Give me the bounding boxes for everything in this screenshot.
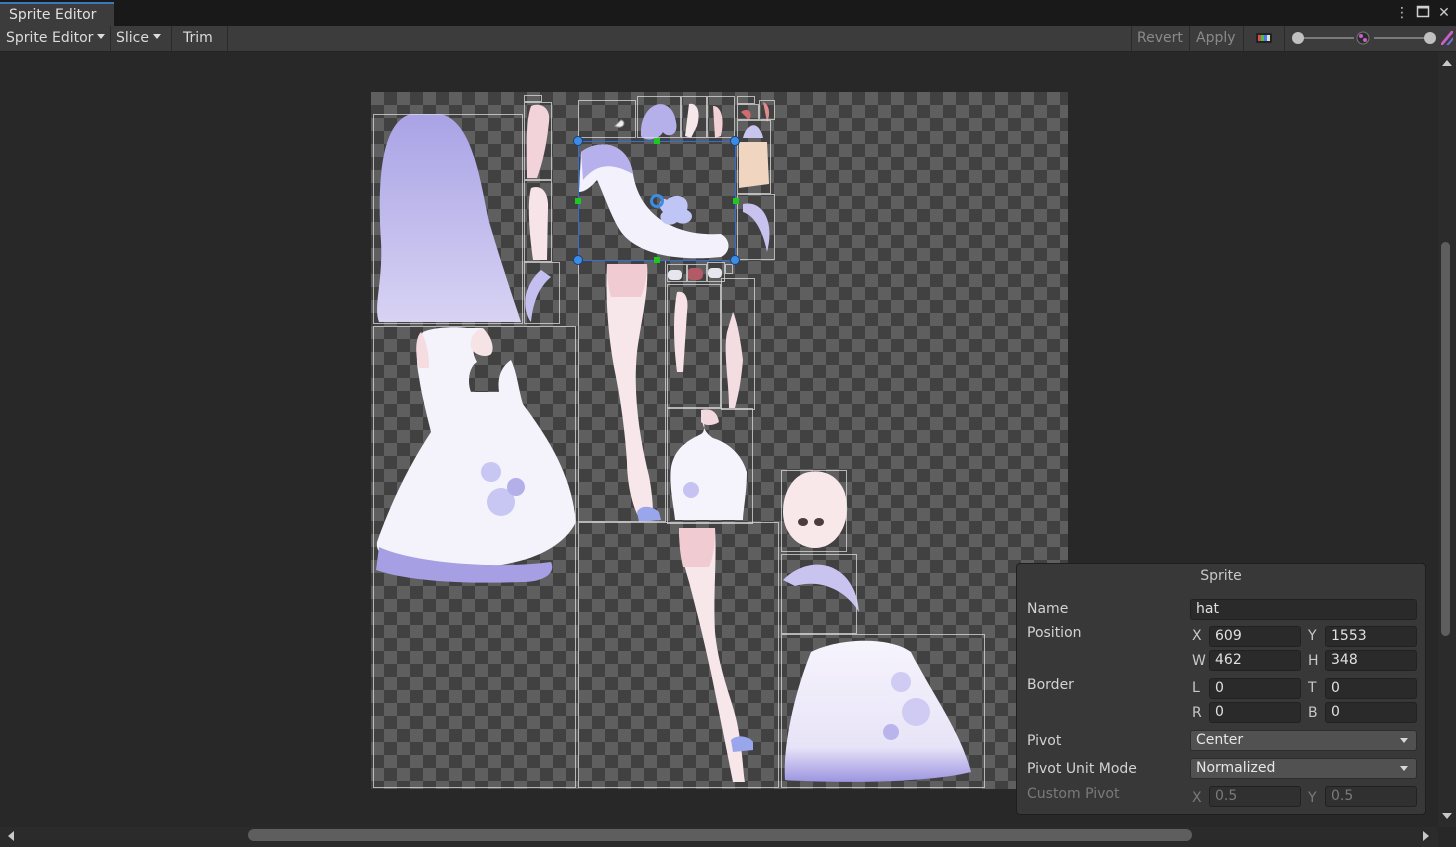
border-handle[interactable]	[654, 138, 660, 144]
border-top-field[interactable]: 0	[1325, 678, 1417, 699]
name-field[interactable]: hat	[1190, 599, 1417, 620]
apply-button[interactable]: Apply	[1190, 26, 1242, 51]
sprite-rect[interactable]	[578, 100, 636, 138]
resize-handle[interactable]	[730, 255, 740, 265]
mode-dropdown-label: Sprite Editor	[6, 30, 94, 46]
pivot-dropdown-value: Center	[1196, 732, 1244, 748]
mode-dropdown[interactable]: Sprite Editor	[0, 26, 111, 51]
height-field[interactable]: 348	[1325, 650, 1417, 671]
maximize-icon[interactable]	[1414, 4, 1432, 23]
alpha-toggle-icon[interactable]	[1441, 31, 1453, 49]
h-axis-label: H	[1308, 653, 1319, 669]
pivot-dropdown[interactable]: Center	[1190, 730, 1417, 751]
alpha-slider-track[interactable]	[1298, 37, 1354, 39]
x-axis-label: X	[1192, 628, 1202, 644]
border-label: Border	[1027, 677, 1074, 693]
sprite-rect[interactable]	[737, 120, 771, 194]
pivot-unit-mode-dropdown[interactable]: Normalized	[1190, 758, 1417, 779]
tab-label: Sprite Editor	[9, 7, 97, 23]
sprite-rect[interactable]	[524, 102, 552, 180]
sprite-rect[interactable]	[737, 104, 759, 120]
sprite-rect[interactable]	[759, 100, 775, 120]
mip-level-icon	[1356, 31, 1370, 49]
slice-dropdown-label: Slice	[116, 30, 149, 46]
sprite-rect[interactable]	[637, 96, 681, 138]
chevron-down-icon	[152, 33, 161, 39]
sprite-rect[interactable]	[524, 262, 560, 324]
revert-button[interactable]: Revert	[1131, 26, 1189, 51]
sprite-rect[interactable]	[524, 180, 552, 262]
position-y-field[interactable]: 1553	[1325, 626, 1417, 647]
border-left-field[interactable]: 0	[1209, 678, 1301, 699]
border-handle[interactable]	[733, 198, 739, 204]
sprite-rect[interactable]	[687, 264, 707, 282]
vertical-scroll-thumb[interactable]	[1441, 242, 1450, 636]
toolbar: Sprite Editor Slice Trim Revert Apply	[0, 26, 1456, 52]
width-field[interactable]: 462	[1209, 650, 1301, 671]
custom-pivot-x-field: 0.5	[1209, 786, 1301, 807]
border-right-field[interactable]: 0	[1209, 702, 1301, 723]
sprite-rect-arm[interactable]	[667, 284, 721, 408]
r-axis-label: R	[1192, 705, 1202, 721]
chevron-down-icon	[1400, 738, 1408, 743]
custom-pivot-label: Custom Pivot	[1027, 786, 1120, 802]
resize-handle[interactable]	[730, 136, 740, 146]
pivot-unit-mode-value: Normalized	[1196, 760, 1276, 776]
sprite-rect-leg[interactable]	[578, 260, 666, 522]
pivot-label: Pivot	[1027, 733, 1062, 749]
name-label: Name	[1027, 601, 1069, 617]
sprite-rect-hair[interactable]	[373, 114, 523, 324]
mip-slider-handle[interactable]	[1424, 32, 1436, 44]
custom-pivot-x-label: X	[1192, 790, 1202, 806]
window-title-bar: Sprite Editor ⋮ ✕	[0, 0, 1456, 26]
w-axis-label: W	[1192, 653, 1206, 669]
scroll-left-icon[interactable]	[8, 831, 14, 841]
slice-dropdown[interactable]: Slice	[110, 26, 167, 51]
texture-preview	[371, 92, 1068, 789]
scroll-right-icon[interactable]	[1423, 831, 1429, 841]
b-axis-label: B	[1308, 705, 1318, 721]
l-axis-label: L	[1192, 680, 1200, 696]
pivot-unit-mode-label: Pivot Unit Mode	[1027, 761, 1137, 777]
rgb-channel-icon[interactable]	[1250, 26, 1280, 51]
pivot-handle[interactable]	[650, 194, 664, 208]
sprite-rect-bodice[interactable]	[667, 408, 753, 524]
alpha-slider-handle[interactable]	[1292, 32, 1304, 44]
sprite-rect-head[interactable]	[781, 470, 847, 552]
trim-button[interactable]: Trim	[177, 26, 219, 51]
sprite-rect-dress[interactable]	[373, 326, 576, 788]
close-icon[interactable]: ✕	[1435, 4, 1453, 22]
tab-sprite-editor[interactable]: Sprite Editor	[0, 2, 114, 26]
horizontal-scroll-thumb[interactable]	[248, 829, 1192, 841]
sprite-rect[interactable]	[681, 96, 707, 138]
y-axis-label: Y	[1308, 628, 1317, 644]
sprite-rect[interactable]	[707, 96, 735, 138]
custom-pivot-y-field: 0.5	[1325, 786, 1417, 807]
border-handle[interactable]	[575, 198, 581, 204]
sprite-rect[interactable]	[737, 194, 775, 260]
sprite-rect[interactable]	[667, 264, 687, 282]
position-label: Position	[1027, 625, 1082, 641]
panel-title: Sprite	[1200, 568, 1242, 584]
sprite-inspector-panel: Sprite Name hat Position X 609 Y 1553 W …	[1016, 563, 1426, 815]
t-axis-label: T	[1308, 680, 1317, 696]
sprite-rect-bangs[interactable]	[781, 554, 857, 634]
chevron-down-icon	[1400, 766, 1408, 771]
border-handle[interactable]	[654, 257, 660, 263]
sprite-rect-arm[interactable]	[721, 278, 755, 410]
scroll-down-icon[interactable]	[1442, 813, 1452, 819]
sprite-rect-skirt[interactable]	[781, 634, 985, 788]
sprite-rect[interactable]	[524, 95, 542, 102]
kebab-menu-icon[interactable]: ⋮	[1393, 4, 1411, 22]
custom-pivot-y-label: Y	[1308, 790, 1317, 806]
sprite-rect-leg[interactable]	[578, 522, 779, 788]
border-bottom-field[interactable]: 0	[1325, 702, 1417, 723]
resize-handle[interactable]	[573, 136, 583, 146]
scroll-up-icon[interactable]	[1442, 60, 1452, 66]
sprite-rect[interactable]	[737, 96, 755, 104]
position-x-field[interactable]: 609	[1209, 626, 1301, 647]
resize-handle[interactable]	[573, 255, 583, 265]
chevron-down-icon	[97, 33, 106, 39]
sprite-rect[interactable]	[725, 264, 733, 274]
